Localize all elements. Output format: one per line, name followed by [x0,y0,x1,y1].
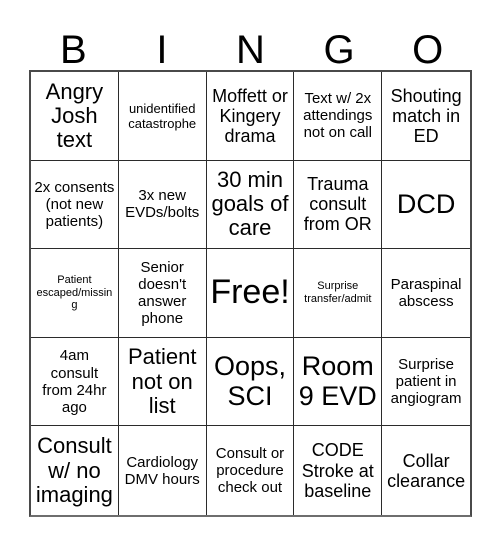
bingo-cell[interactable]: Moffett or Kingery drama [206,72,295,161]
bingo-cell-label: Consult w/ no imaging [35,433,113,507]
bingo-cell-label: Oops, SCI [213,351,287,411]
bingo-cell[interactable]: DCD [382,160,470,250]
bingo-cell-label: 4am consult from 24hr ago [42,347,107,416]
bingo-header-letter-0: B [59,28,87,72]
bingo-cell-label: Cardiology DMV hours [124,453,200,488]
bingo-cell[interactable]: Paraspinal abscess [382,249,470,338]
bingo-cell[interactable]: 4am consult from 24hr ago [31,337,119,427]
bingo-cell[interactable]: Text w/ 2x attendings not on call [294,72,383,161]
bingo-cell[interactable]: CODE Stroke at baseline [294,426,383,515]
bingo-cell[interactable]: 3x new EVDs/bolts [118,160,207,250]
bingo-cell[interactable]: unidentified catastrophe [118,72,207,161]
bingo-cell[interactable]: Oops, SCI [206,337,295,427]
bingo-cell[interactable]: Senior doesn't answer phone [118,249,207,338]
bingo-cell-label: Senior doesn't answer phone [138,258,187,328]
bingo-cell-label: Surprise patient in angiogram [390,355,462,408]
bingo-cell[interactable]: Angry Josh text [31,72,119,161]
bingo-cell[interactable]: Consult or procedure check out [206,426,295,515]
bingo-grid: Angry Josh text unidentified catastrophe M… [29,70,472,517]
bingo-cell-label: Patient not on list [127,344,197,418]
bingo-free-space[interactable]: Free! [206,249,295,338]
bingo-cell-label: 2x consents (not new patients) [34,178,115,230]
bingo-cell-label: Room 9 EVD [298,351,377,411]
bingo-cell-label: Moffett or Kingery drama [212,85,288,146]
bingo-cell-label: unidentified catastrophe [128,100,197,131]
bingo-cell[interactable]: Cardiology DMV hours [118,426,207,515]
bingo-cell[interactable]: Collar clearance [382,426,470,515]
bingo-cell-label: Trauma consult from OR [303,174,372,235]
bingo-header-letter-3: G [323,28,355,72]
bingo-cell[interactable]: Surprise transfer/admit [294,249,383,338]
bingo-cell[interactable]: Consult w/ no imaging [31,426,119,515]
bingo-header-letter-4: O [412,28,444,72]
bingo-cell[interactable]: Shouting match in ED [382,72,470,161]
bingo-cell-label: Collar clearance [387,450,466,491]
bingo-header-letter-2: N [236,28,265,72]
bingo-cell-label: Paraspinal abscess [390,275,462,310]
bingo-cell-label: Text w/ 2x attendings not on call [303,90,373,142]
bingo-cell-label: CODE Stroke at baseline [301,440,374,501]
bingo-cell-label: Free! [210,273,290,312]
bingo-cell-label: Surprise transfer/admit [304,280,372,305]
bingo-cell[interactable]: 2x consents (not new patients) [31,160,119,250]
bingo-header-row: BINGO [29,16,472,70]
bingo-cell-label: Shouting match in ED [390,85,462,146]
bingo-cell-label: Consult or procedure check out [215,445,285,497]
bingo-cell-label: 30 min goals of care [211,167,289,241]
bingo-cell[interactable]: Room 9 EVD [294,337,383,427]
bingo-cell-label: 3x new EVDs/bolts [125,187,200,222]
bingo-cell[interactable]: 30 min goals of care [206,160,295,250]
bingo-cell[interactable]: Surprise patient in angiogram [382,337,470,427]
bingo-card: B I N G O Angry Josh text unidentified catast… [0,0,500,544]
bingo-header-letter-1: I [156,28,168,72]
bingo-cell[interactable]: Trauma consult from OR [294,160,383,250]
bingo-cell-label: Patient escaped/missing [36,273,113,312]
bingo-cell-label: Angry Josh text [45,78,104,152]
bingo-cell-label: DCD [396,188,456,219]
bingo-cell[interactable]: Patient not on list [118,337,207,427]
bingo-cell[interactable]: Patient escaped/missing [31,249,119,338]
